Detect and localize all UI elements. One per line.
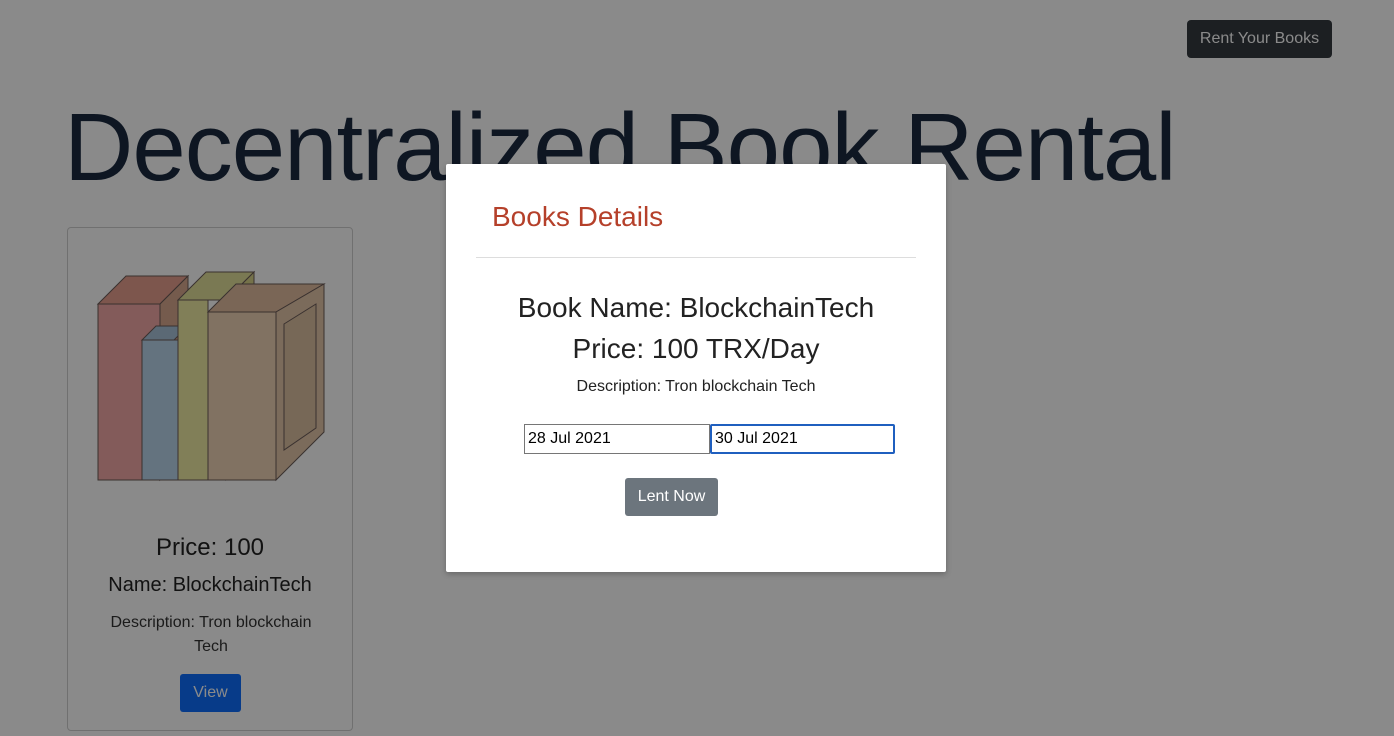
modal-divider <box>476 257 916 258</box>
lent-now-button[interactable]: Lent Now <box>625 478 718 516</box>
page: Rent Your Books Decentralized Book Renta… <box>0 0 1394 736</box>
modal-title: Books Details <box>492 201 664 232</box>
modal-price: Price: 100 TRX/Day <box>572 333 820 364</box>
book-details-modal: Books Details Book Name: BlockchainTech … <box>446 164 946 572</box>
start-date-input[interactable] <box>524 424 710 454</box>
end-date-input[interactable] <box>710 424 895 454</box>
modal-description: Description: Tron blockchain Tech <box>576 378 816 395</box>
modal-book-name: Book Name: BlockchainTech <box>517 292 875 323</box>
